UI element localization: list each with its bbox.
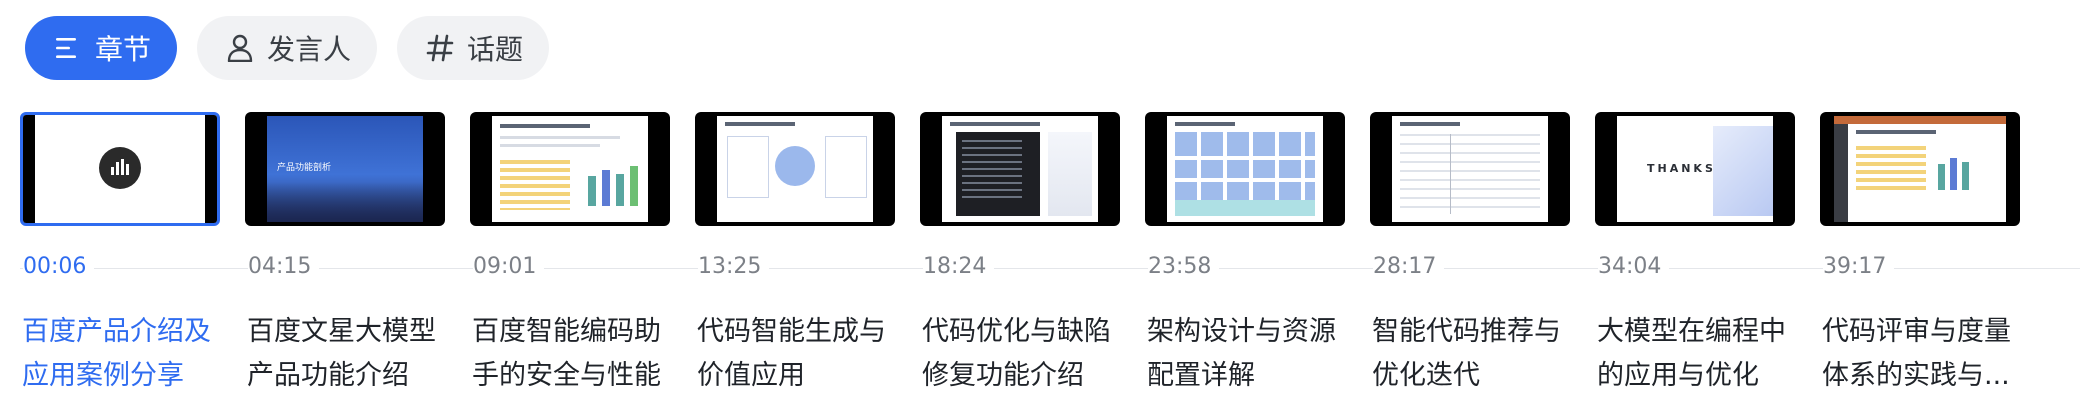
chapter-title[interactable]: 大模型在编程中的应用与优化 <box>1597 310 1807 398</box>
timeline-track <box>20 268 2080 269</box>
tab-topics[interactable]: 话题 <box>397 16 550 80</box>
chapter-thumbnail[interactable] <box>1145 112 1345 226</box>
chapter-time: 00:06 <box>23 254 95 279</box>
chapter-title[interactable]: 代码智能生成与价值应用 <box>697 310 907 398</box>
tab-chapters-label: 章节 <box>95 33 152 66</box>
list-icon <box>53 33 83 63</box>
chapter-time: 04:15 <box>248 254 320 279</box>
chapter-strip: 00:06 百度产品介绍及应用案例分享 产品功能剖析 04:15 百度文星大模型… <box>20 112 2080 412</box>
view-tabs: 章节 发言人 话题 <box>25 16 550 80</box>
audio-logo-icon <box>99 147 141 189</box>
chapter-thumbnail[interactable] <box>695 112 895 226</box>
tab-chapters[interactable]: 章节 <box>25 16 178 80</box>
chapter-title[interactable]: 代码优化与缺陷修复功能介绍 <box>922 310 1132 398</box>
tab-speakers-label: 发言人 <box>267 33 352 66</box>
tab-topics-label: 话题 <box>467 33 524 66</box>
chapter-title[interactable]: 代码评审与度量体系的实践与... <box>1822 310 2032 398</box>
chapter-title[interactable]: 智能代码推荐与优化迭代 <box>1372 310 1582 398</box>
chapter-thumbnail[interactable]: 产品功能剖析 <box>245 112 445 226</box>
chapter-title[interactable]: 百度智能编码助手的安全与性能 <box>472 310 682 398</box>
chapter-thumbnail[interactable] <box>20 112 220 226</box>
chapter-title[interactable]: 百度产品介绍及应用案例分享 <box>22 310 232 398</box>
chapter-time: 34:04 <box>1598 254 1670 279</box>
chapter-time: 18:24 <box>923 254 995 279</box>
slide-title: 产品功能剖析 <box>277 163 332 173</box>
tab-speakers[interactable]: 发言人 <box>197 16 378 80</box>
chapter-thumbnail[interactable] <box>920 112 1120 226</box>
chapter-thumbnail[interactable]: THANKS <box>1595 112 1795 226</box>
chapter-title[interactable]: 架构设计与资源配置详解 <box>1147 310 1357 398</box>
chapter-time: 13:25 <box>698 254 770 279</box>
chapter-title[interactable]: 百度文星大模型产品功能介绍 <box>247 310 457 398</box>
hash-icon <box>425 33 455 63</box>
person-icon <box>225 33 255 63</box>
chapter-thumbnail[interactable] <box>470 112 670 226</box>
chapter-time: 39:17 <box>1823 254 1895 279</box>
chapter-time: 23:58 <box>1148 254 1220 279</box>
chapter-thumbnail[interactable] <box>1820 112 2020 226</box>
slide-title: THANKS <box>1647 162 1716 175</box>
chapter-time: 28:17 <box>1373 254 1445 279</box>
chapter-time: 09:01 <box>473 254 545 279</box>
chapter-thumbnail[interactable] <box>1370 112 1570 226</box>
